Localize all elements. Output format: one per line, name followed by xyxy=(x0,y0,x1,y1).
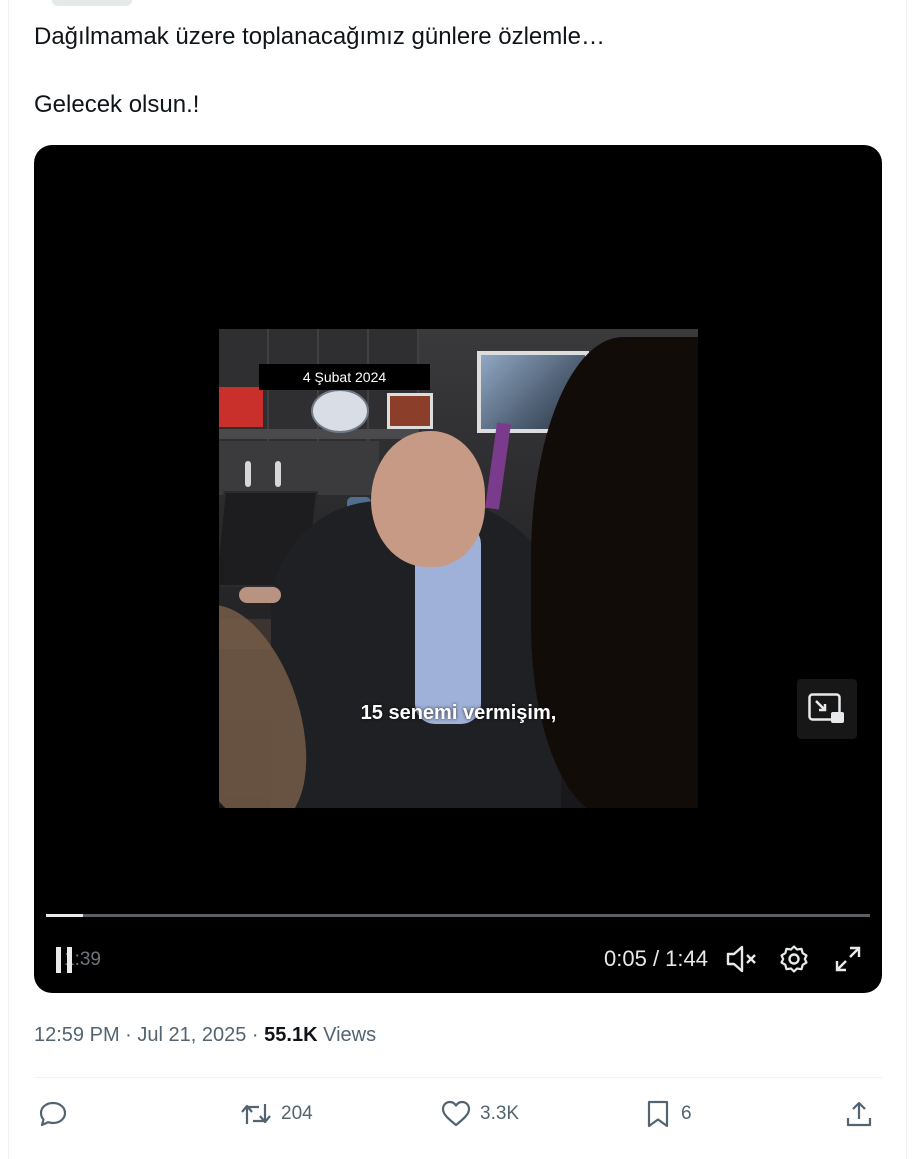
hand xyxy=(239,587,281,603)
tweet-text-line-2: Gelecek olsun.! xyxy=(34,91,200,118)
pause-icon-bar xyxy=(67,947,72,973)
views-count: 55.1K xyxy=(264,1024,318,1046)
decorative-plate xyxy=(311,389,369,433)
video-frame[interactable]: 4 Şubat 2024 15 senemi vermişim, xyxy=(219,329,698,808)
tweet-text-line-1: Dağılmamak üzere toplanacağımız günlere … xyxy=(34,23,605,50)
retweet-icon xyxy=(241,1104,271,1124)
like-button[interactable]: 3.3K xyxy=(440,1092,519,1136)
expand-icon xyxy=(835,946,861,972)
video-subtitle: 15 senemi vermişim, xyxy=(360,702,557,724)
tweet-meta: 12:59 PM · Jul 21, 2025 · 55.1K Views xyxy=(34,1021,376,1049)
share-button[interactable] xyxy=(844,1092,874,1136)
video-timecode: 0:05 / 1:44 xyxy=(604,946,708,971)
meta-separator: · xyxy=(119,1024,138,1046)
cabinet-handle xyxy=(245,461,251,487)
like-count: 3.3K xyxy=(480,1103,520,1124)
retweet-count: 204 xyxy=(281,1103,313,1124)
timeline-border-left xyxy=(8,0,9,1159)
views-label: Views xyxy=(323,1024,377,1046)
bookmark-count: 6 xyxy=(681,1103,692,1124)
cabinet-handle xyxy=(275,461,281,487)
divider xyxy=(34,1077,882,1078)
video-progress-fill xyxy=(46,914,84,917)
cabinet xyxy=(219,441,379,495)
tweet-actions: 204 3.3K 6 xyxy=(34,1092,882,1136)
pause-button[interactable] xyxy=(56,947,80,973)
fullscreen-button[interactable] xyxy=(830,941,866,977)
framed-photo xyxy=(387,393,433,429)
date-overlay: 4 Şubat 2024 xyxy=(259,364,430,390)
settings-button[interactable] xyxy=(776,941,812,977)
picture-in-picture-button[interactable] xyxy=(797,679,857,739)
bookmark-button[interactable]: 6 xyxy=(645,1092,692,1136)
gear-icon xyxy=(780,945,808,973)
tweet-time[interactable]: 12:59 PM xyxy=(34,1024,120,1046)
foreground-hair xyxy=(531,337,698,808)
share-icon xyxy=(846,1101,872,1127)
mute-button[interactable] xyxy=(722,941,758,977)
shelf xyxy=(219,429,419,439)
pause-icon xyxy=(56,947,61,973)
muted-speaker-icon xyxy=(726,945,756,973)
video-progress-bar[interactable] xyxy=(46,914,870,917)
bookmark-icon xyxy=(647,1100,669,1128)
reply-icon xyxy=(39,1101,67,1127)
purple-ribbon xyxy=(485,422,511,510)
flag xyxy=(219,387,263,427)
video-player[interactable]: 4 Şubat 2024 15 senemi vermişim, 1:39 0:… xyxy=(34,145,882,993)
tweet-text: Dağılmamak üzere toplanacağımız günlere … xyxy=(34,20,874,122)
man-head xyxy=(371,431,485,567)
reply-button[interactable] xyxy=(38,1092,68,1136)
meta-separator: · xyxy=(246,1024,265,1046)
timeline-border-right xyxy=(906,0,907,1159)
tweet-date[interactable]: Jul 21, 2025 xyxy=(137,1024,246,1046)
previous-element-edge xyxy=(52,0,132,6)
picture-in-picture-icon xyxy=(808,693,844,723)
retweet-button[interactable]: 204 xyxy=(239,1092,313,1136)
heart-icon xyxy=(441,1100,471,1127)
